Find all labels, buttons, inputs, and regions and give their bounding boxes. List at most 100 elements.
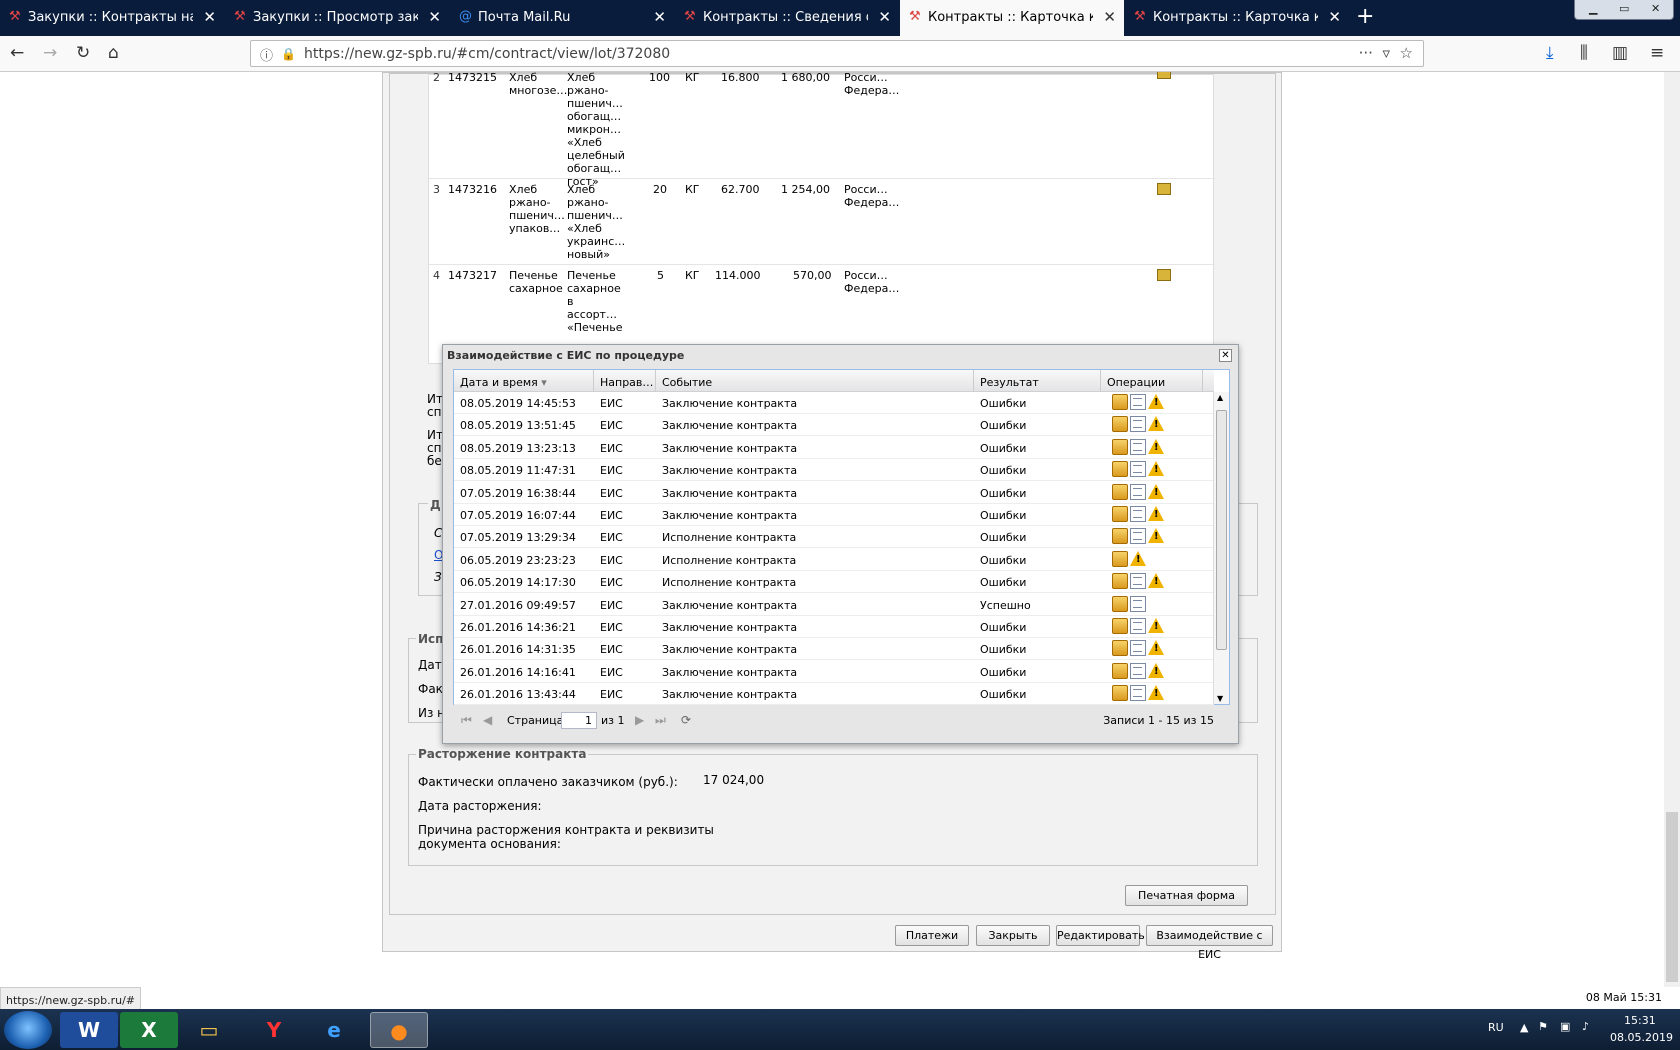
url-text[interactable]: https://new.gz-spb.ru/#cm/contract/view/…: [304, 46, 670, 62]
page-scroll-thumb[interactable]: [1666, 812, 1678, 982]
column-result[interactable]: Результат: [974, 370, 1101, 392]
address-bar[interactable]: ⓘ 🔒 https://new.gz-spb.ru/#cm/contract/v…: [250, 40, 1424, 67]
edit-button[interactable]: Редактировать: [1056, 925, 1145, 946]
document-icon[interactable]: [1130, 483, 1146, 500]
document-icon[interactable]: [1130, 416, 1146, 433]
package-icon[interactable]: [1112, 573, 1128, 590]
package-icon[interactable]: [1112, 506, 1128, 522]
firefox-icon[interactable]: ●: [370, 1012, 428, 1048]
column-date[interactable]: Дата и время ▾: [454, 370, 594, 392]
close-button[interactable]: Закрыть: [976, 925, 1050, 946]
column-operations[interactable]: Операции: [1101, 370, 1203, 392]
info-icon[interactable]: ⓘ: [260, 45, 273, 64]
word-icon[interactable]: W: [60, 1012, 118, 1048]
package-icon[interactable]: [1112, 662, 1128, 679]
yandex-icon[interactable]: Y: [245, 1012, 303, 1048]
explorer-icon[interactable]: ▭: [180, 1012, 238, 1048]
document-icon[interactable]: [1130, 662, 1146, 679]
browser-tab[interactable]: @ Почта Mail.Ru ✕: [450, 0, 674, 36]
table-row[interactable]: 08.05.2019 14:45:53 ЕИС Заключение контрак…: [454, 392, 1214, 414]
minimize-icon[interactable]: ▁: [1589, 2, 1597, 15]
warning-icon[interactable]: [1148, 618, 1164, 633]
menu-icon[interactable]: ≡: [1650, 43, 1664, 63]
table-row[interactable]: 06.05.2019 23:23:23 ЕИС Исполнение контрак…: [454, 549, 1214, 571]
forward-icon[interactable]: →: [43, 43, 57, 63]
tray-arrow-icon[interactable]: ▲: [1520, 1021, 1528, 1034]
document-icon[interactable]: [1130, 685, 1146, 702]
close-icon[interactable]: ✕: [203, 8, 216, 26]
document-icon[interactable]: [1130, 461, 1146, 478]
page-input[interactable]: 1: [561, 712, 597, 729]
refresh-icon[interactable]: ⟳: [681, 713, 691, 727]
package-icon[interactable]: [1112, 595, 1128, 612]
warning-icon[interactable]: [1148, 416, 1164, 432]
library-icon[interactable]: ⫼: [1580, 43, 1588, 63]
reload-icon[interactable]: ↻: [76, 43, 90, 63]
warning-icon[interactable]: [1148, 528, 1164, 544]
browser-tab-active[interactable]: ⚒Контракты :: Карточка контра✕: [900, 0, 1124, 36]
column-direction[interactable]: Направ…: [594, 370, 656, 392]
warning-icon[interactable]: [1148, 640, 1164, 656]
table-row[interactable]: 07.05.2019 16:07:44 ЕИС Заключение контрак…: [454, 504, 1214, 526]
table-row[interactable]: 07.05.2019 13:29:34 ЕИС Исполнение контрак…: [454, 526, 1214, 549]
warning-icon[interactable]: [1148, 483, 1164, 499]
table-row[interactable]: 26.01.2016 14:16:41 ЕИС Заключение контрак…: [454, 661, 1214, 683]
download-icon[interactable]: ⤓: [1546, 43, 1554, 63]
warning-icon[interactable]: [1148, 573, 1164, 589]
scroll-down-icon[interactable]: ▼: [1217, 694, 1223, 703]
package-icon[interactable]: [1112, 618, 1128, 634]
package-icon[interactable]: [1112, 416, 1128, 433]
package-icon[interactable]: [1112, 461, 1128, 478]
sidebar-icon[interactable]: ▥: [1612, 43, 1628, 63]
package-icon[interactable]: [1112, 528, 1128, 545]
document-icon[interactable]: [1130, 595, 1146, 612]
close-window-icon[interactable]: ✕: [1651, 2, 1660, 15]
table-row[interactable]: 07.05.2019 16:38:44 ЕИС Заключение контрак…: [454, 482, 1214, 504]
warning-icon[interactable]: [1148, 461, 1164, 477]
document-icon[interactable]: [1130, 506, 1146, 522]
excel-icon[interactable]: X: [120, 1012, 178, 1048]
package-icon[interactable]: [1112, 685, 1128, 702]
page-actions-icon[interactable]: ··· ▿ ☆: [1359, 44, 1413, 62]
dialog-scrollbar[interactable]: ▲ ▼: [1213, 392, 1229, 704]
warning-icon[interactable]: [1148, 438, 1164, 454]
print-form-button[interactable]: Печатная форма: [1125, 885, 1248, 906]
table-row[interactable]: 27.01.2016 09:49:57 ЕИС Заключение контрак…: [454, 594, 1214, 616]
warning-icon[interactable]: [1148, 394, 1164, 409]
catalog-icon[interactable]: [1157, 183, 1171, 195]
table-row[interactable]: 2 1473215 Хлеб многозе… Хлеб ржано-пшени…: [429, 72, 1215, 188]
table-row[interactable]: 26.01.2016 13:43:44 ЕИС Заключение контрак…: [454, 683, 1214, 706]
last-page-icon[interactable]: ⏭: [655, 713, 666, 728]
language-indicator[interactable]: RU: [1488, 1021, 1504, 1034]
browser-tab[interactable]: ⚒Контракты :: Карточка контра✕: [1125, 0, 1349, 36]
package-icon[interactable]: [1112, 394, 1128, 410]
scroll-thumb[interactable]: [1216, 410, 1227, 650]
start-button[interactable]: [4, 1011, 52, 1049]
network-icon[interactable]: ▣: [1560, 1020, 1570, 1033]
next-page-icon[interactable]: ▶: [635, 713, 644, 727]
close-icon[interactable]: ✕: [1103, 8, 1116, 26]
table-row[interactable]: 06.05.2019 14:17:30 ЕИС Исполнение контрак…: [454, 571, 1214, 594]
table-row[interactable]: 08.05.2019 11:47:31 ЕИС Заключение контрак…: [454, 459, 1214, 482]
document-icon[interactable]: [1130, 618, 1146, 634]
catalog-icon[interactable]: [1157, 72, 1171, 79]
table-row[interactable]: 08.05.2019 13:51:45 ЕИС Заключение контрак…: [454, 414, 1214, 437]
document-icon[interactable]: [1130, 573, 1146, 590]
first-page-icon[interactable]: ⏮: [461, 713, 472, 728]
prev-page-icon[interactable]: ◀: [483, 713, 492, 727]
catalog-icon[interactable]: [1157, 269, 1171, 281]
home-icon[interactable]: ⌂: [108, 43, 119, 63]
warning-icon[interactable]: [1130, 550, 1146, 566]
back-icon[interactable]: ←: [10, 43, 24, 63]
new-tab-button[interactable]: +: [1356, 4, 1374, 29]
browser-tab[interactable]: ⚒Контракты :: Сведения об исп✕: [675, 0, 899, 36]
clock-date[interactable]: 08.05.2019: [1610, 1031, 1673, 1044]
close-icon[interactable]: ✕: [1328, 8, 1341, 26]
close-icon[interactable]: ✕: [653, 8, 666, 26]
table-row[interactable]: 26.01.2016 14:31:35 ЕИС Заключение контрак…: [454, 638, 1214, 661]
package-icon[interactable]: [1112, 640, 1128, 657]
ie-icon[interactable]: e: [305, 1012, 363, 1048]
warning-icon[interactable]: [1148, 662, 1164, 678]
close-icon[interactable]: ✕: [878, 8, 891, 26]
column-event[interactable]: Событие: [656, 370, 974, 392]
